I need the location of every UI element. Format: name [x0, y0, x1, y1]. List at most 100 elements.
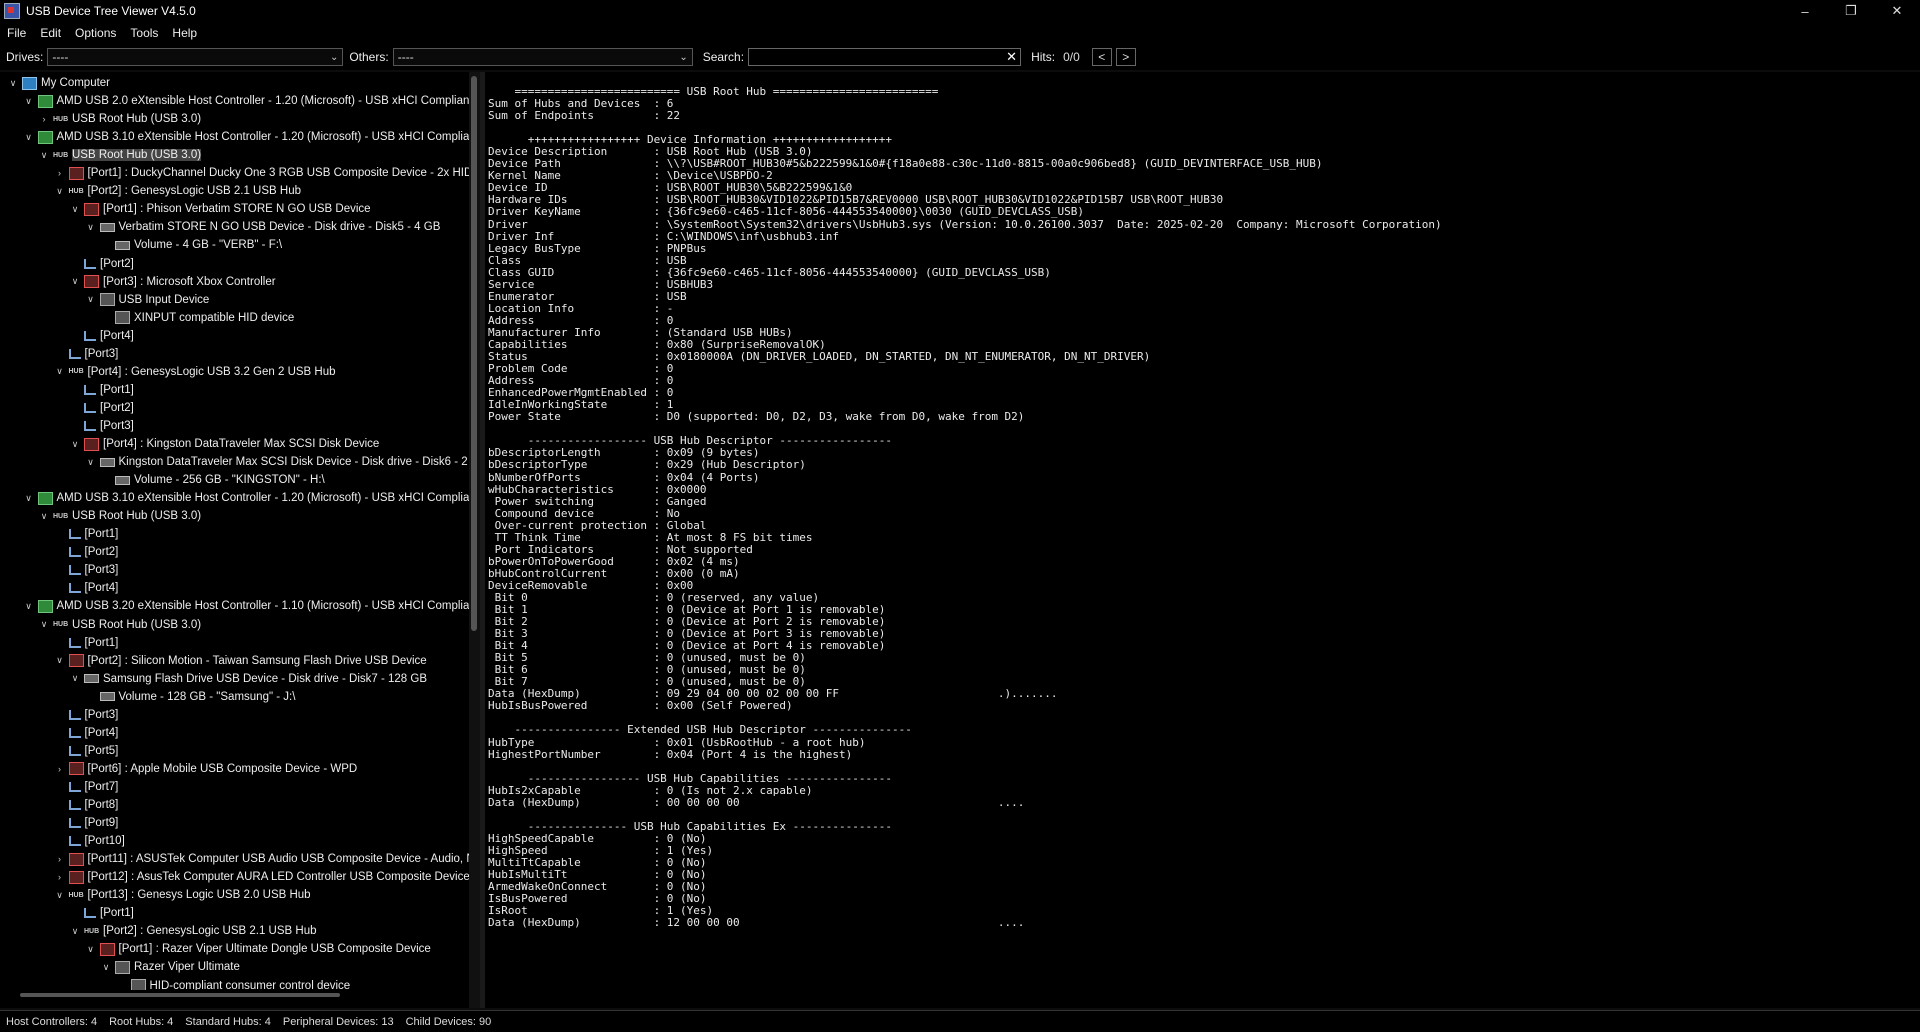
- minimize-button[interactable]: –: [1782, 0, 1828, 22]
- collapse-toggle-icon[interactable]: ∨: [53, 366, 67, 377]
- collapse-toggle-icon[interactable]: ∨: [84, 944, 98, 955]
- tree-item-label: [Port2] : Silicon Motion - Taiwan Samsun…: [87, 654, 427, 667]
- collapse-toggle-icon[interactable]: ∨: [22, 601, 36, 612]
- tree-item[interactable]: [Port8]: [53, 796, 118, 814]
- tree-item[interactable]: [Port1]: [53, 634, 118, 652]
- tree-item[interactable]: ∨ [Port3] : Microsoft Xbox Controller: [68, 273, 276, 291]
- tree-item[interactable]: [Port7]: [53, 778, 118, 796]
- tree-item[interactable]: ∨ [Port1] : Phison Verbatim STORE N GO US…: [68, 200, 371, 218]
- collapse-toggle-icon[interactable]: ∨: [84, 222, 98, 233]
- drives-dropdown[interactable]: ---- ⌄: [47, 48, 344, 66]
- collapse-toggle-icon[interactable]: ∨: [53, 186, 67, 197]
- collapse-toggle-icon[interactable]: ∨: [99, 962, 113, 973]
- tree-item[interactable]: [Port10]: [53, 832, 125, 850]
- scrollbar-thumb[interactable]: [20, 993, 340, 997]
- tree-item[interactable]: ∨ HUB [Port13] : Genesys Logic USB 2.0 USB…: [53, 886, 310, 904]
- expand-toggle-icon[interactable]: ›: [53, 168, 67, 178]
- collapse-toggle-icon[interactable]: ∨: [84, 294, 98, 305]
- collapse-toggle-icon[interactable]: ∨: [22, 493, 36, 504]
- usb-device-icon: [68, 654, 84, 668]
- tree-item[interactable]: [Port1]: [68, 904, 134, 922]
- close-button[interactable]: ✕: [1874, 0, 1920, 22]
- next-hit-button[interactable]: >: [1115, 48, 1136, 66]
- tree-item[interactable]: [Port4]: [53, 724, 118, 742]
- menu-file[interactable]: File: [0, 26, 33, 40]
- tree-item[interactable]: ∨ [Port1] : Razer Viper Ultimate Dongle U…: [84, 940, 431, 958]
- tree-item[interactable]: ∨ [Port2] : Silicon Motion - Taiwan Samsu…: [53, 652, 427, 670]
- tree-item[interactable]: ∨ HUB USB Root Hub (USB 3.0): [37, 146, 202, 164]
- tree-item[interactable]: ∨ AMD USB 3.10 eXtensible Host Controller…: [22, 489, 479, 507]
- clear-search-icon[interactable]: ✕: [1006, 49, 1017, 65]
- tree-item[interactable]: ∨ Razer Viper Ultimate: [99, 958, 240, 976]
- tree-item[interactable]: [Port9]: [53, 814, 118, 832]
- tree-item[interactable]: [Port1]: [53, 525, 118, 543]
- collapse-toggle-icon[interactable]: ∨: [68, 439, 82, 450]
- collapse-toggle-icon[interactable]: ∨: [84, 457, 98, 468]
- expand-toggle-icon[interactable]: ›: [53, 854, 67, 864]
- tree-item[interactable]: ∨ HUB [Port2] : GenesysLogic USB 2.1 USB H…: [68, 922, 317, 940]
- tree-item[interactable]: › [Port6] : Apple Mobile USB Composite De…: [53, 760, 357, 778]
- collapse-toggle-icon[interactable]: ∨: [22, 132, 36, 143]
- tree-item[interactable]: › [Port12] : AsusTek Computer AURA LED Co…: [53, 868, 477, 886]
- collapse-toggle-icon[interactable]: ∨: [22, 96, 36, 107]
- details-pane: ========================= USB Root Hub =…: [485, 72, 1920, 1008]
- tree-item[interactable]: ∨ USB Input Device: [84, 291, 209, 309]
- collapse-toggle-icon[interactable]: ∨: [37, 150, 51, 161]
- tree-item[interactable]: [Port2]: [68, 399, 134, 417]
- scrollbar-thumb[interactable]: [471, 76, 477, 631]
- tree-item[interactable]: ∨ HUB [Port4] : GenesysLogic USB 3.2 Gen 2…: [53, 363, 335, 381]
- menu-edit[interactable]: Edit: [33, 26, 68, 40]
- tree-item[interactable]: XINPUT compatible HID device: [99, 309, 294, 327]
- collapse-toggle-icon[interactable]: ∨: [68, 926, 82, 937]
- tree-item[interactable]: [Port1]: [68, 381, 134, 399]
- collapse-toggle-icon[interactable]: ∨: [37, 619, 51, 630]
- device-details-text[interactable]: ========================= USB Root Hub =…: [488, 85, 1442, 929]
- tree-item[interactable]: [Port3]: [68, 417, 134, 435]
- tree-item[interactable]: › [Port11] : ASUSTek Computer USB Audio U…: [53, 850, 475, 868]
- tree-item[interactable]: › [Port1] : DuckyChannel Ducky One 3 RGB …: [53, 164, 472, 182]
- menu-help[interactable]: Help: [165, 26, 204, 40]
- tree-item[interactable]: [Port4]: [53, 579, 118, 597]
- tree-item[interactable]: [Port4]: [68, 327, 134, 345]
- maximize-button[interactable]: ❐: [1828, 0, 1874, 22]
- tree-item[interactable]: ∨ Kingston DataTraveler Max SCSI Disk Dev…: [84, 453, 467, 471]
- tree-item[interactable]: ∨ Samsung Flash Drive USB Device - Disk d…: [68, 670, 427, 688]
- collapse-toggle-icon[interactable]: ∨: [37, 511, 51, 522]
- tree-item[interactable]: › HUB USB Root Hub (USB 3.0): [37, 110, 202, 128]
- expand-toggle-icon[interactable]: ›: [53, 872, 67, 882]
- tree-item[interactable]: [Port3]: [53, 561, 118, 579]
- tree-item[interactable]: Volume - 4 GB - "VERB" - F:\: [99, 236, 282, 254]
- tree-item[interactable]: ∨ HUB [Port2] : GenesysLogic USB 2.1 USB H…: [53, 182, 301, 200]
- tree-item[interactable]: ∨ AMD USB 2.0 eXtensible Host Controller …: [22, 92, 479, 110]
- search-input[interactable]: ✕: [748, 48, 1022, 66]
- others-dropdown[interactable]: ---- ⌄: [392, 48, 693, 66]
- tree-item[interactable]: [Port3]: [53, 345, 118, 363]
- tree-vertical-scrollbar[interactable]: [469, 72, 480, 1008]
- tree-item[interactable]: ∨ Verbatim STORE N GO USB Device - Disk d…: [84, 218, 440, 236]
- menu-options[interactable]: Options: [68, 26, 123, 40]
- tree-item[interactable]: ∨ HUB USB Root Hub (USB 3.0): [37, 616, 201, 634]
- collapse-toggle-icon[interactable]: ∨: [68, 204, 82, 215]
- collapse-toggle-icon[interactable]: ∨: [68, 276, 82, 287]
- expand-toggle-icon[interactable]: ›: [53, 764, 67, 774]
- tree-item[interactable]: ∨ AMD USB 3.10 eXtensible Host Controller…: [22, 128, 479, 146]
- previous-hit-button[interactable]: <: [1091, 48, 1112, 66]
- collapse-toggle-icon[interactable]: ∨: [53, 890, 67, 901]
- tree-item[interactable]: ∨ My Computer: [6, 74, 110, 92]
- tree-item-label: [Port2]: [100, 401, 134, 414]
- tree-item[interactable]: [Port2]: [68, 255, 134, 273]
- collapse-toggle-icon[interactable]: ∨: [53, 655, 67, 666]
- collapse-toggle-icon[interactable]: ∨: [68, 673, 82, 684]
- tree-item[interactable]: [Port2]: [53, 543, 118, 561]
- menu-tools[interactable]: Tools: [123, 26, 165, 40]
- tree-item[interactable]: [Port3]: [53, 706, 118, 724]
- tree-item[interactable]: Volume - 256 GB - "KINGSTON" - H:\: [99, 471, 325, 489]
- tree-item[interactable]: [Port5]: [53, 742, 118, 760]
- tree-horizontal-scrollbar[interactable]: [0, 990, 468, 1000]
- tree-item[interactable]: ∨ AMD USB 3.20 eXtensible Host Controller…: [22, 597, 479, 615]
- tree-item[interactable]: ∨ [Port4] : Kingston DataTraveler Max SCS…: [68, 435, 379, 453]
- tree-item[interactable]: Volume - 128 GB - "Samsung" - J:\: [84, 688, 295, 706]
- collapse-toggle-icon[interactable]: ∨: [6, 78, 20, 89]
- tree-item[interactable]: ∨ HUB USB Root Hub (USB 3.0): [37, 507, 201, 525]
- expand-toggle-icon[interactable]: ›: [37, 114, 51, 124]
